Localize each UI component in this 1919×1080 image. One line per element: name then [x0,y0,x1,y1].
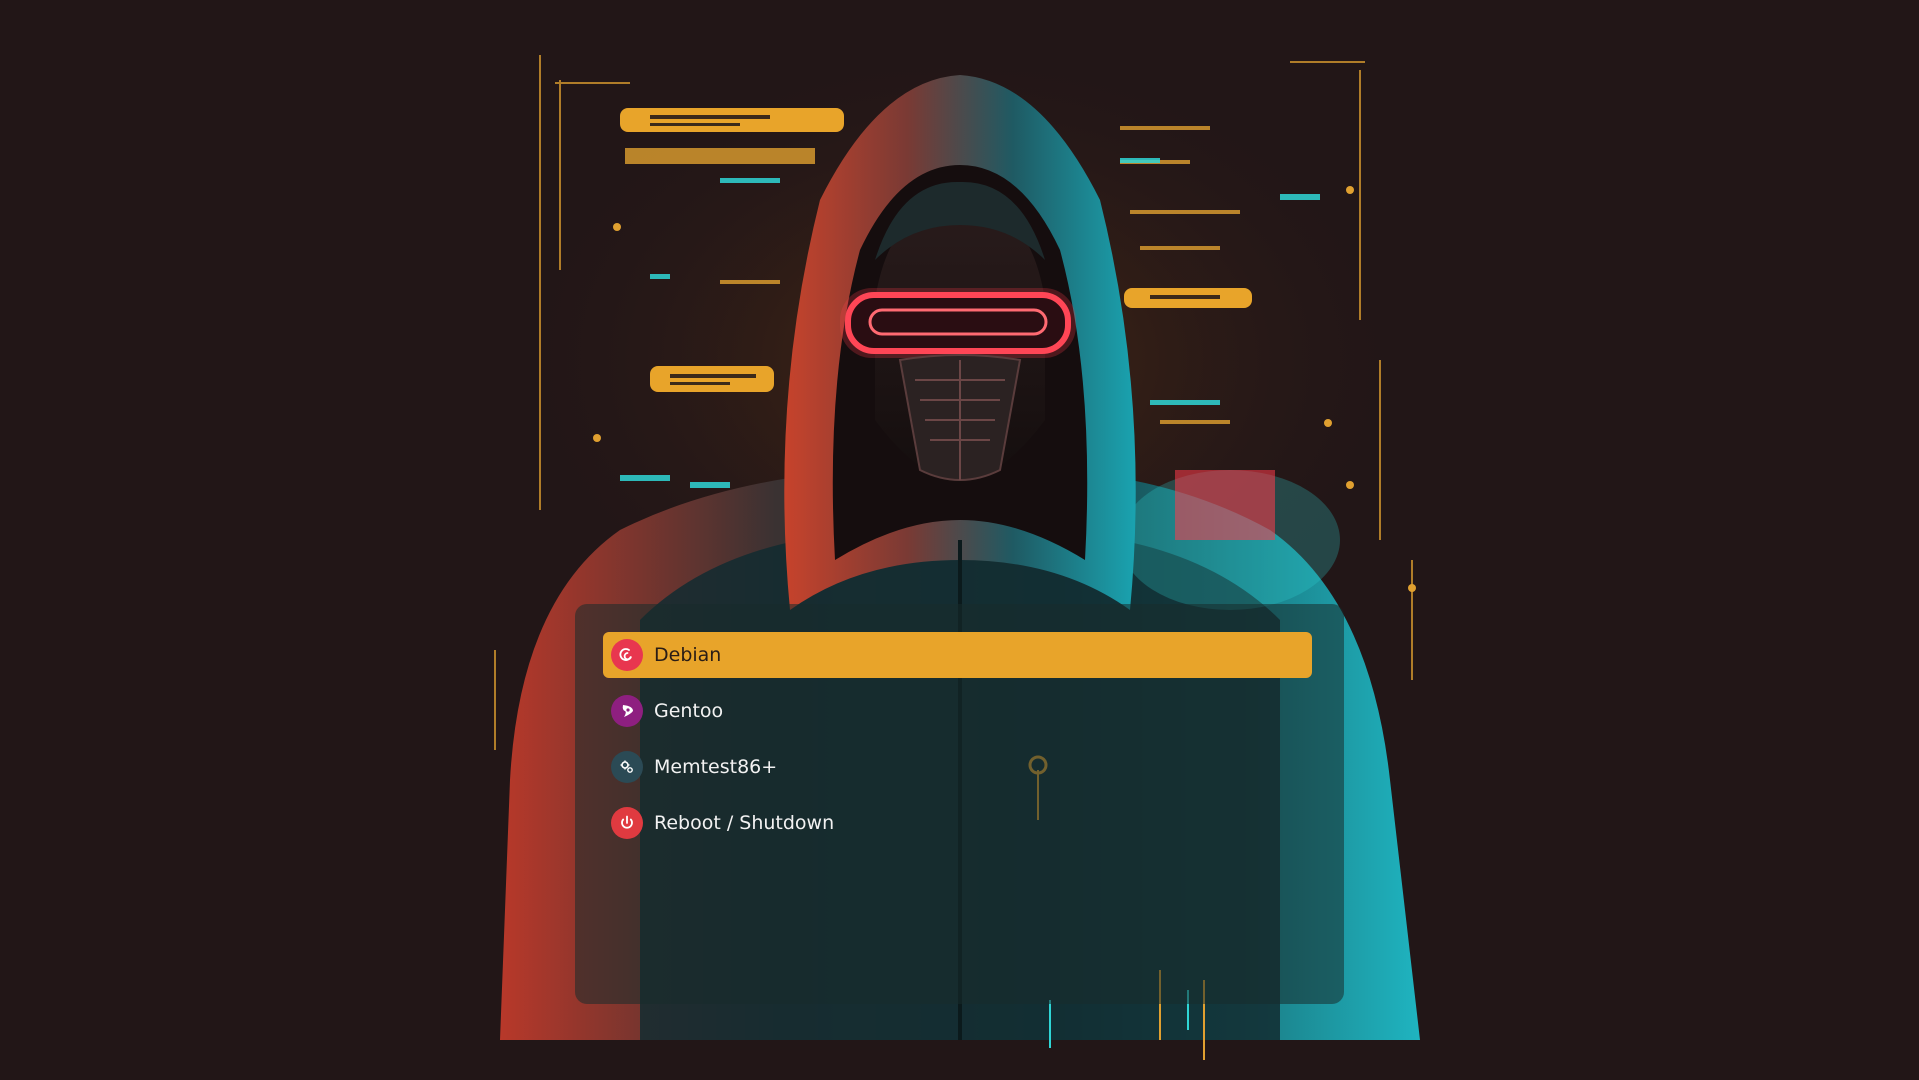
boot-entry-label: Memtest86+ [654,756,778,778]
boot-screen: Debian Gentoo Memtest86+ Reboot / Shutdo… [0,0,1919,1080]
boot-entry-reboot-shutdown[interactable]: Reboot / Shutdown [603,800,1312,846]
boot-entry-label: Reboot / Shutdown [654,812,835,834]
debian-swirl-icon [611,639,643,671]
boot-entry-label: Gentoo [654,700,724,722]
boot-menu: Debian Gentoo Memtest86+ Reboot / Shutdo… [575,604,1344,1004]
boot-entry-gentoo[interactable]: Gentoo [603,688,1312,734]
memtest-gear-icon [611,751,643,783]
boot-entry-memtest[interactable]: Memtest86+ [603,744,1312,790]
power-icon [611,807,643,839]
gentoo-icon [611,695,643,727]
boot-entry-label: Debian [654,644,722,666]
boot-entry-debian[interactable]: Debian [603,632,1312,678]
